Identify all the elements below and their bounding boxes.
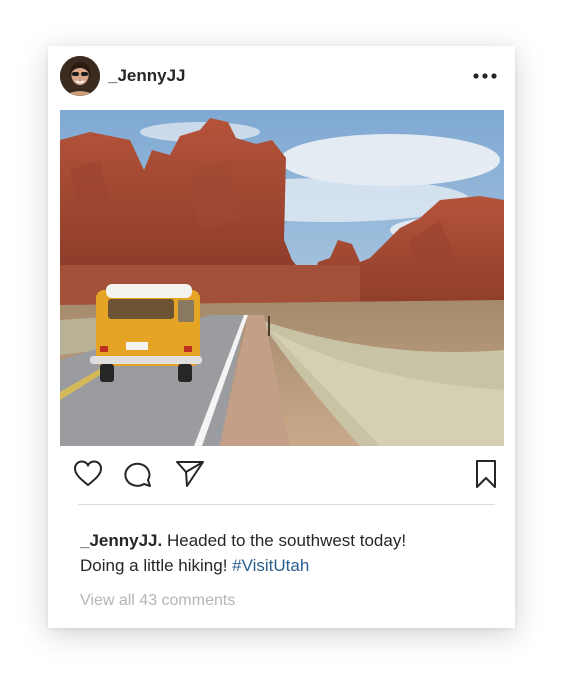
more-options-icon[interactable] — [471, 66, 499, 86]
send-icon[interactable] — [174, 458, 206, 490]
post-caption: _JennyJJ. Headed to the southwest today!… — [80, 528, 490, 578]
post-photo[interactable] — [60, 110, 504, 446]
hashtag-link[interactable]: #VisitUtah — [232, 556, 309, 575]
desert-road-van-image — [60, 110, 504, 446]
username[interactable]: _JennyJJ — [108, 66, 186, 86]
caption-username[interactable]: _JennyJJ. — [80, 531, 162, 550]
avatar[interactable] — [60, 56, 100, 96]
post-header: _JennyJJ — [48, 46, 515, 110]
action-bar — [48, 458, 515, 498]
post-card: _JennyJJ _JennyJJ. Headed to the southwe… — [48, 46, 515, 628]
caption-text: Headed to the southwest today! — [162, 531, 407, 550]
bookmark-icon[interactable] — [470, 458, 502, 490]
avatar-image — [60, 56, 100, 96]
divider — [78, 504, 495, 505]
comment-icon[interactable] — [122, 458, 154, 490]
caption-line2: Doing a little hiking! — [80, 556, 233, 575]
view-all-comments-link[interactable]: View all 43 comments — [80, 592, 235, 610]
heart-icon[interactable] — [72, 458, 104, 490]
